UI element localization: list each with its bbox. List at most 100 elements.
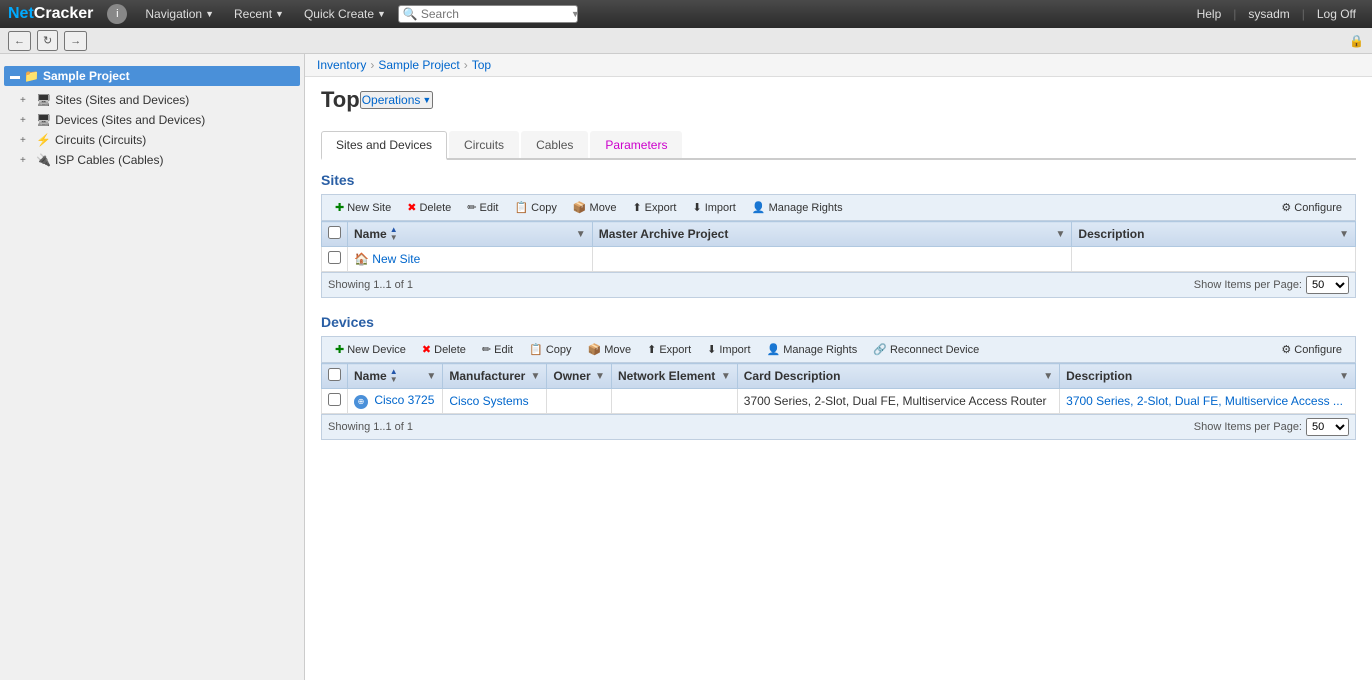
- import-device-button[interactable]: ⬇ Import: [700, 340, 757, 359]
- operations-chevron-icon: ▼: [422, 95, 431, 105]
- expand-icon-sites: +: [20, 95, 32, 106]
- quick-create-button[interactable]: Quick Create ▼: [296, 5, 394, 23]
- navigation-button[interactable]: Navigation ▼: [137, 5, 222, 23]
- breadcrumb-inventory[interactable]: Inventory: [317, 58, 366, 72]
- dev-filter-mfg-icon[interactable]: ▼: [530, 371, 540, 382]
- manage-rights-device-button[interactable]: 👤 Manage Rights: [760, 340, 865, 359]
- breadcrumb-sep1: ›: [370, 58, 374, 72]
- dev-filter-ne-icon[interactable]: ▼: [721, 371, 731, 382]
- devices-per-page-select[interactable]: 50 100 200: [1306, 418, 1349, 436]
- filter-icon[interactable]: ▼: [576, 229, 586, 240]
- sites-select-all[interactable]: [328, 226, 341, 239]
- copy-device-button[interactable]: 📋 Copy: [522, 340, 578, 359]
- configure-site-button[interactable]: ⚙ Configure: [1274, 198, 1349, 217]
- sites-showing-row: Showing 1..1 of 1 Show Items per Page: 5…: [321, 272, 1356, 298]
- delete-device-icon: ✖: [422, 343, 431, 356]
- devices-name-header: Name ▲ ▼ ▼: [348, 364, 443, 389]
- delete-site-button[interactable]: ✖ Delete: [400, 198, 458, 217]
- sidebar-label-sites: Sites (Sites and Devices): [55, 93, 189, 107]
- sites-per-page-select[interactable]: 50 100 200: [1306, 276, 1349, 294]
- devices-card-desc-header: Card Description ▼: [737, 364, 1059, 389]
- cables-icon: 🔌: [36, 153, 51, 167]
- edit-device-button[interactable]: ✏ Edit: [475, 340, 520, 359]
- new-site-button[interactable]: ✚ New Site: [328, 198, 398, 217]
- export-site-button[interactable]: ⬆ Export: [625, 198, 683, 217]
- import-site-button[interactable]: ⬇ Import: [685, 198, 742, 217]
- dev-filter-name-icon[interactable]: ▼: [426, 371, 436, 382]
- search-dropdown-icon[interactable]: ▼: [571, 9, 580, 19]
- dev-name-sort-arrows[interactable]: ▲ ▼: [390, 368, 398, 384]
- search-input[interactable]: [421, 7, 571, 21]
- sites-section-title: Sites: [321, 172, 1356, 188]
- sidebar-item-devices[interactable]: + 🖥 Devices (Sites and Devices): [0, 110, 304, 130]
- new-site-link[interactable]: New Site: [372, 252, 420, 266]
- refresh-button[interactable]: ↻: [37, 30, 58, 51]
- tab-cables[interactable]: Cables: [521, 131, 588, 158]
- sort-down-icon: ▼: [390, 234, 398, 242]
- tab-sites-devices[interactable]: Sites and Devices: [321, 131, 447, 160]
- move-site-button[interactable]: 📦 Move: [566, 198, 624, 217]
- sites-table-header: Name ▲ ▼ ▼ Master Arch: [322, 222, 1356, 247]
- cisco-3725-link[interactable]: Cisco 3725: [374, 393, 434, 407]
- expand-icon-circuits: +: [20, 135, 32, 146]
- breadcrumb-top[interactable]: Top: [472, 58, 491, 72]
- sidebar: ▬ 📁 Sample Project + 🖥 Sites (Sites and …: [0, 54, 305, 680]
- recent-button[interactable]: Recent ▼: [226, 5, 292, 23]
- reconnect-device-button[interactable]: 🔗 Reconnect Device: [866, 340, 986, 359]
- lock-icon: 🔒: [1349, 34, 1364, 48]
- configure-device-button[interactable]: ⚙ Configure: [1274, 340, 1349, 359]
- new-device-button[interactable]: ✚ New Device: [328, 340, 413, 359]
- sidebar-item-cables[interactable]: + 🔌 ISP Cables (Cables): [0, 150, 304, 170]
- dev-filter-card-icon[interactable]: ▼: [1043, 371, 1053, 382]
- logo: NetCracker: [8, 5, 93, 23]
- breadcrumb-project[interactable]: Sample Project: [378, 58, 459, 72]
- device-row-checkbox[interactable]: [328, 393, 341, 406]
- sidebar-item-circuits[interactable]: + ⚡ Circuits (Circuits): [0, 130, 304, 150]
- sidebar-root-item[interactable]: ▬ 📁 Sample Project: [4, 66, 300, 86]
- copy-site-button[interactable]: 📋 Copy: [507, 198, 563, 217]
- name-sort-arrows[interactable]: ▲ ▼: [390, 226, 398, 242]
- devices-per-page: Show Items per Page: 50 100 200: [1194, 418, 1349, 436]
- edit-site-button[interactable]: ✏ Edit: [460, 198, 505, 217]
- toolbar-row: ← ↻ → 🔒: [0, 28, 1372, 54]
- dev-filter-owner-icon[interactable]: ▼: [595, 371, 605, 382]
- delete-device-button[interactable]: ✖ Delete: [415, 340, 473, 359]
- manage-rights-site-button[interactable]: 👤 Manage Rights: [745, 198, 850, 217]
- user-button[interactable]: sysadm: [1240, 5, 1297, 23]
- sidebar-item-sites[interactable]: + 🖥 Sites (Sites and Devices): [0, 90, 304, 110]
- move-device-button[interactable]: 📦 Move: [581, 340, 639, 359]
- content-wrapper: Inventory › Sample Project › Top Top Ope…: [305, 54, 1372, 680]
- device-row-manufacturer: Cisco Systems: [443, 389, 547, 414]
- device-desc-link[interactable]: 3700 Series, 2-Slot, Dual FE, Multiservi…: [1066, 394, 1343, 408]
- tabs: Sites and Devices Circuits Cables Parame…: [321, 131, 1356, 160]
- devices-table-header: Name ▲ ▼ ▼ Manufacture: [322, 364, 1356, 389]
- logoff-button[interactable]: Log Off: [1309, 5, 1364, 23]
- logo-cracker: Cracker: [34, 5, 94, 22]
- info-button[interactable]: i: [107, 4, 127, 24]
- back-button[interactable]: ←: [8, 31, 31, 51]
- dev-filter-desc-icon[interactable]: ▼: [1339, 371, 1349, 382]
- devices-showing-label: Showing 1..1 of 1: [328, 421, 413, 433]
- filter-master-icon[interactable]: ▼: [1056, 229, 1066, 240]
- operations-button[interactable]: Operations ▼: [360, 91, 434, 109]
- device-row-owner: [547, 389, 612, 414]
- device-icon: ⊕: [354, 395, 368, 409]
- sites-row-checkbox[interactable]: [328, 251, 341, 264]
- tab-parameters[interactable]: Parameters: [590, 131, 682, 158]
- help-button[interactable]: Help: [1189, 5, 1230, 23]
- recent-chevron-icon: ▼: [275, 9, 284, 19]
- tab-circuits[interactable]: Circuits: [449, 131, 519, 158]
- export-device-button[interactable]: ⬆ Export: [640, 340, 698, 359]
- logo-net: Net: [8, 5, 34, 22]
- sites-row-name: 🏠 New Site: [348, 247, 593, 272]
- copy-icon: 📋: [514, 201, 528, 214]
- sites-check-header: [322, 222, 348, 247]
- devices-icon: 🖥: [36, 113, 51, 127]
- cisco-systems-link[interactable]: Cisco Systems: [449, 394, 528, 408]
- configure-device-icon: ⚙: [1281, 343, 1291, 356]
- forward-button[interactable]: →: [64, 31, 87, 51]
- devices-select-all[interactable]: [328, 368, 341, 381]
- filter-desc-icon[interactable]: ▼: [1339, 229, 1349, 240]
- breadcrumb-sep2: ›: [464, 58, 468, 72]
- sidebar-root-label: Sample Project: [43, 69, 130, 83]
